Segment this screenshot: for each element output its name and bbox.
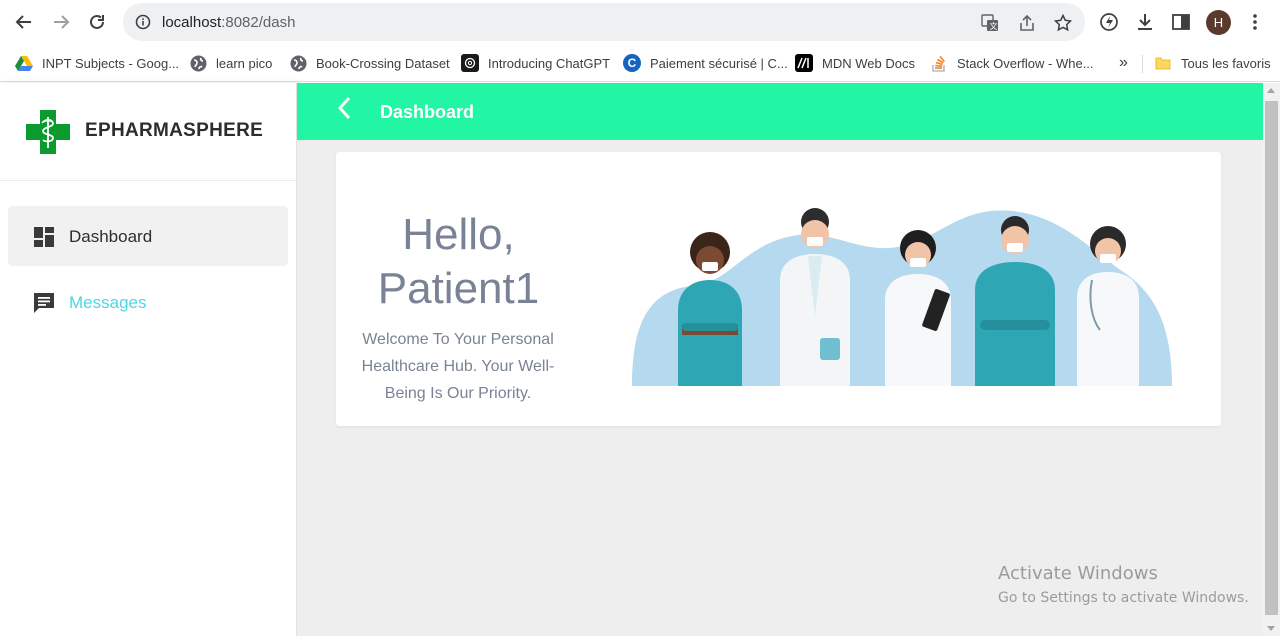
mdn-icon xyxy=(795,54,813,72)
site-info-icon[interactable] xyxy=(135,14,151,30)
app-root: EPHARMASPHERE Dashboard Messages Dashboa… xyxy=(0,83,1280,636)
bookmark-chatgpt[interactable]: Introducing ChatGPT xyxy=(461,53,610,73)
main-content: Dashboard Hello, Patient1 Welcome To You… xyxy=(297,83,1263,636)
brand-name: EPHARMASPHERE xyxy=(85,120,264,141)
folder-icon xyxy=(1154,54,1172,72)
url-text: localhost:8082/dash xyxy=(162,14,296,31)
bookmarks-overflow-button[interactable]: » xyxy=(1119,53,1128,73)
bookmark-stackoverflow[interactable]: Stack Overflow - Whe... xyxy=(930,53,1094,73)
address-bar[interactable]: localhost:8082/dash 文 xyxy=(123,3,1085,41)
share-icon[interactable] xyxy=(1017,13,1037,33)
globe-icon xyxy=(189,54,207,72)
page-scrollbar[interactable] xyxy=(1263,83,1280,636)
forward-arrow-icon[interactable] xyxy=(47,8,75,36)
windows-activation-watermark: Activate Windows Go to Settings to activ… xyxy=(998,563,1249,606)
greeting-heading: Hello, Patient1 xyxy=(377,210,540,313)
page-title: Dashboard xyxy=(380,102,475,122)
sidebar-item-label: Dashboard xyxy=(69,227,153,246)
chevron-left-icon[interactable] xyxy=(335,96,355,120)
browser-toolbar: localhost:8082/dash 文 H xyxy=(0,0,1280,44)
page-header: Dashboard xyxy=(297,83,1263,140)
watermark-subtitle: Go to Settings to activate Windows. xyxy=(998,590,1249,606)
back-arrow-icon[interactable] xyxy=(10,8,38,36)
chat-icon xyxy=(32,291,56,315)
welcome-card: Hello, Patient1 Welcome To Your Personal… xyxy=(336,152,1221,426)
c-logo-icon: C xyxy=(623,54,641,72)
bookmark-inpt-subjects[interactable]: INPT Subjects - Goog... xyxy=(15,53,179,73)
menu-kebab-icon[interactable] xyxy=(1244,11,1266,33)
bookmark-paiement[interactable]: C Paiement sécurisé | C... xyxy=(623,53,788,73)
profile-avatar[interactable]: H xyxy=(1206,10,1231,35)
pharmacy-cross-logo-icon xyxy=(26,110,70,154)
bookmark-mdn[interactable]: MDN Web Docs xyxy=(795,53,915,73)
globe-icon xyxy=(289,54,307,72)
bookmarks-bar: INPT Subjects - Goog... learn pico Book-… xyxy=(0,44,1280,82)
reload-icon[interactable] xyxy=(83,8,111,36)
scroll-up-arrow-icon[interactable] xyxy=(1267,88,1275,93)
bookmark-book-crossing[interactable]: Book-Crossing Dataset xyxy=(289,53,450,73)
translate-icon[interactable]: 文 xyxy=(980,13,1000,33)
download-icon[interactable] xyxy=(1134,11,1156,33)
sidebar-item-dashboard[interactable]: Dashboard xyxy=(8,206,288,266)
openai-icon xyxy=(461,54,479,72)
brand-header: EPHARMASPHERE xyxy=(0,83,296,181)
sidebar: EPHARMASPHERE Dashboard Messages xyxy=(0,83,297,636)
scroll-down-arrow-icon[interactable] xyxy=(1267,626,1275,631)
side-panel-icon[interactable] xyxy=(1170,11,1192,33)
welcome-text: Welcome To Your Personal Healthcare Hub.… xyxy=(361,331,555,402)
scroll-thumb[interactable] xyxy=(1265,101,1278,615)
performance-icon[interactable] xyxy=(1098,11,1120,33)
doctors-illustration xyxy=(630,200,1186,386)
bookmark-learn-pico[interactable]: learn pico xyxy=(189,53,272,73)
sidebar-item-messages[interactable]: Messages xyxy=(8,272,288,332)
stackoverflow-icon xyxy=(930,54,948,72)
bookmarks-divider xyxy=(1142,55,1143,73)
google-drive-icon xyxy=(15,54,33,72)
dashboard-icon xyxy=(32,225,56,249)
sidebar-item-label: Messages xyxy=(69,293,147,312)
svg-text:文: 文 xyxy=(990,21,998,31)
watermark-title: Activate Windows xyxy=(998,563,1158,584)
all-bookmarks-folder[interactable]: Tous les favoris xyxy=(1154,53,1271,73)
star-bookmark-icon[interactable] xyxy=(1053,13,1073,33)
